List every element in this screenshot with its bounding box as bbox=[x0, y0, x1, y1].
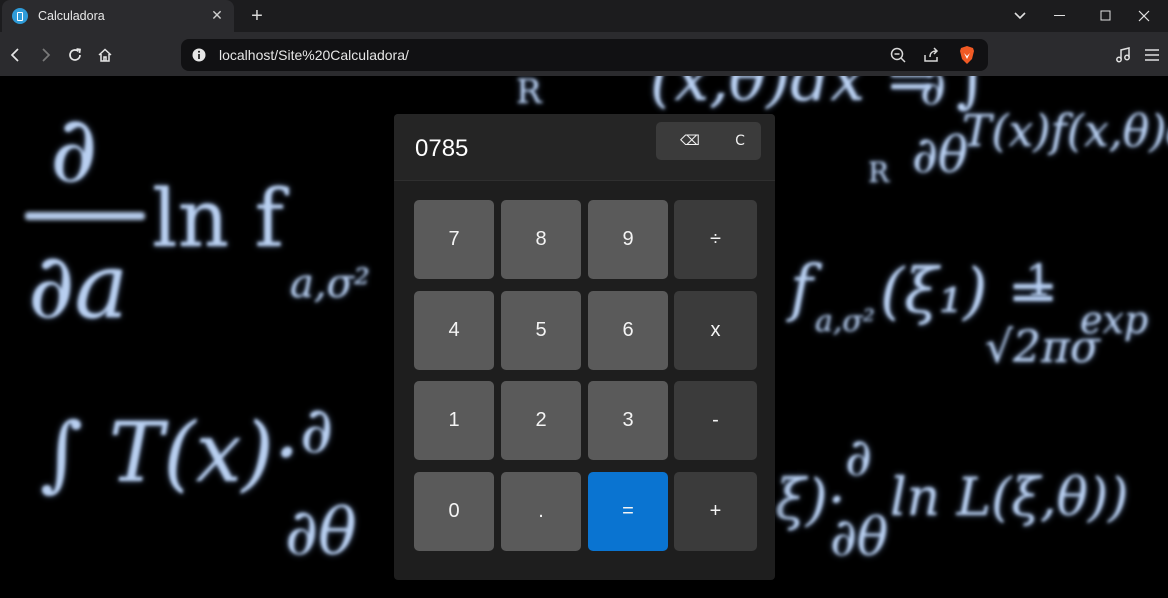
bg-formula: ln L(ξ,θ)) bbox=[890, 468, 1129, 528]
equals-button[interactable]: = bbox=[588, 472, 668, 551]
divide-button[interactable]: ÷ bbox=[674, 200, 757, 279]
bg-formula: ∫ T(x)· bbox=[40, 406, 300, 501]
bg-formula: ∂ bbox=[845, 428, 872, 488]
bg-formula: a,σ² bbox=[290, 261, 370, 307]
bg-formula: ∂θ bbox=[285, 496, 357, 570]
decimal-button[interactable]: . bbox=[501, 472, 581, 551]
bg-formula: ∂θ bbox=[830, 508, 889, 568]
bg-formula: ∂θ bbox=[912, 126, 968, 184]
tab-close-icon[interactable]: ✕ bbox=[208, 7, 226, 25]
bg-formula: ln f bbox=[152, 172, 285, 265]
backspace-button[interactable]: ⌫ bbox=[664, 122, 716, 160]
minimize-icon[interactable] bbox=[1038, 0, 1082, 32]
bg-formula: f bbox=[790, 251, 813, 324]
home-icon[interactable] bbox=[93, 43, 117, 67]
digit-9-button[interactable]: 9 bbox=[588, 200, 668, 279]
bg-formula: R bbox=[868, 156, 890, 189]
close-window-icon[interactable] bbox=[1122, 0, 1166, 32]
forward-icon[interactable] bbox=[33, 43, 57, 67]
site-info-icon[interactable] bbox=[191, 47, 207, 63]
digit-8-button[interactable]: 8 bbox=[501, 200, 581, 279]
bg-formula: T(x)f(x,θ)dx bbox=[962, 106, 1168, 157]
add-button[interactable]: + bbox=[674, 472, 757, 551]
tab-title: Calculadora bbox=[38, 9, 105, 23]
multiply-button[interactable]: x bbox=[674, 291, 757, 370]
subtract-button[interactable]: - bbox=[674, 381, 757, 460]
digit-6-button[interactable]: 6 bbox=[588, 291, 668, 370]
bg-formula: ∂ bbox=[300, 394, 334, 468]
digit-0-button[interactable]: 0 bbox=[414, 472, 494, 551]
bg-fraction-bar bbox=[25, 212, 145, 220]
url-text[interactable]: localhost/Site%20Calculadora/ bbox=[219, 47, 409, 63]
digit-3-button[interactable]: 3 bbox=[588, 381, 668, 460]
calculator-favicon-icon bbox=[12, 8, 28, 24]
function-button-group: ⌫ C bbox=[656, 122, 761, 160]
calculator-display: 0785 bbox=[415, 135, 469, 162]
bg-formula: exp bbox=[1080, 298, 1149, 342]
bg-formula: a,σ² bbox=[815, 304, 875, 339]
new-tab-button[interactable]: + bbox=[246, 5, 268, 27]
bg-formula: ∂ bbox=[920, 76, 946, 116]
menu-icon[interactable] bbox=[1140, 43, 1164, 67]
calculator: 0785 ⌫ C 7 8 9 ÷ 4 5 6 x 1 2 3- 0. = + bbox=[394, 114, 775, 580]
share-icon[interactable] bbox=[919, 43, 943, 67]
tab-bar: Calculadora ✕ + bbox=[0, 0, 1168, 32]
reload-icon[interactable] bbox=[63, 43, 87, 67]
browser-tab[interactable]: Calculadora ✕ bbox=[2, 0, 234, 32]
brave-shields-icon[interactable] bbox=[955, 43, 979, 67]
digit-1-button[interactable]: 1 bbox=[414, 381, 494, 460]
bg-formula: ∂ bbox=[50, 96, 98, 203]
digit-4-button[interactable]: 4 bbox=[414, 291, 494, 370]
display-bar: 0785 ⌫ C bbox=[394, 114, 775, 181]
back-icon[interactable] bbox=[4, 43, 28, 67]
address-bar[interactable]: localhost/Site%20Calculadora/ bbox=[181, 39, 988, 71]
bg-formula: ∂a bbox=[28, 234, 129, 339]
bg-formula: 1 bbox=[1025, 256, 1053, 307]
zoom-out-icon[interactable] bbox=[886, 43, 910, 67]
digit-2-button[interactable]: 2 bbox=[501, 381, 581, 460]
digit-5-button[interactable]: 5 bbox=[501, 291, 581, 370]
tab-list-chevron-icon[interactable] bbox=[998, 0, 1042, 32]
clear-button[interactable]: C bbox=[714, 122, 766, 160]
digit-7-button[interactable]: 7 bbox=[414, 200, 494, 279]
bg-formula: R bbox=[516, 76, 542, 112]
media-music-icon[interactable] bbox=[1111, 43, 1135, 67]
